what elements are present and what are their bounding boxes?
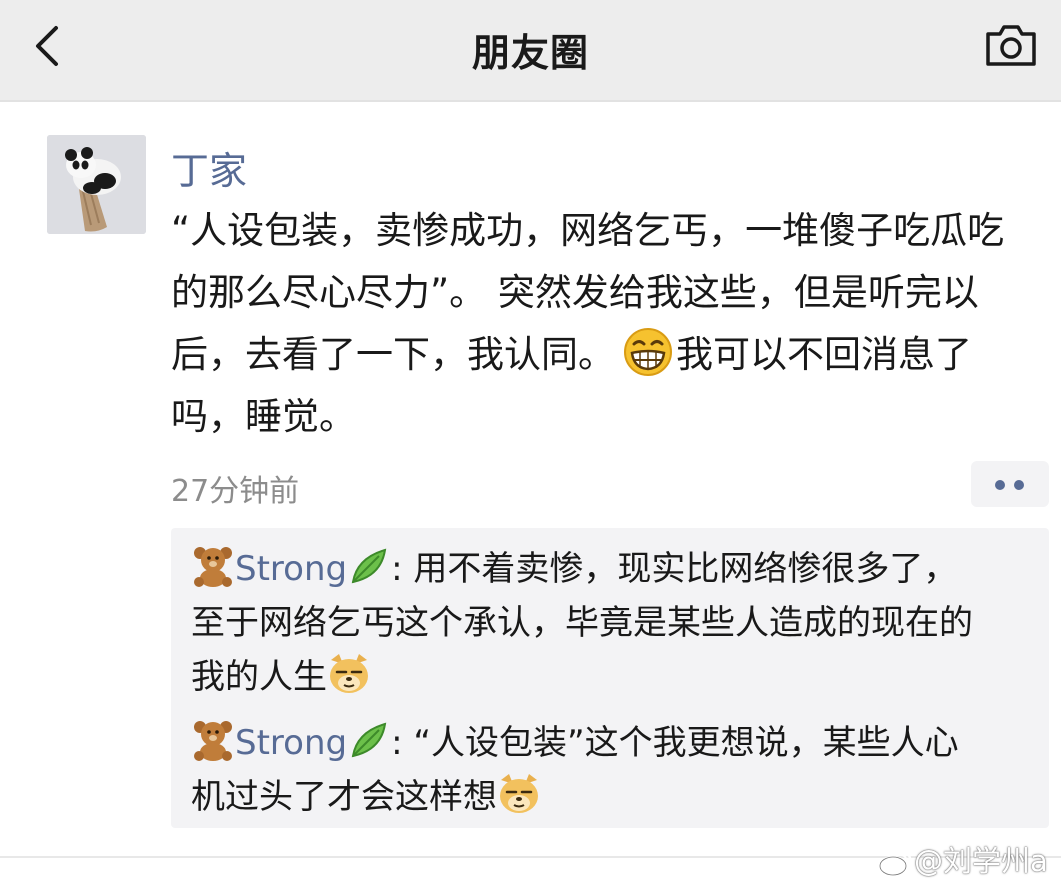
more-dots-icon [995,480,1005,490]
watermark-text: @刘学州a [914,844,1048,878]
post-content: “人设包装，卖惨成功，网络乞丐，一堆傻子吃瓜吃的那么尽心尽力”。 突然发给我这些… [171,200,1041,448]
comment-line: Strong : 用不着卖惨，现实比网络惨很多了， [191,542,1041,596]
doge-emoji-icon [330,654,368,693]
top-navigation-bar: 朋友圈 [0,0,1061,102]
comment-text-line: 至于网络乞丐这个承认，毕竟是某些人造成的现在的 [191,603,973,643]
panda-avatar-icon [47,135,146,234]
comment-separator: : [391,549,403,589]
comment-line: 我的人生 [191,650,1041,704]
page-title: 朋友圈 [471,31,589,75]
comment-line: Strong : “人设包装”这个我更想说，某些人心 [191,716,1041,770]
comment-line: 机过头了才会这样想 [191,770,1041,824]
more-dots-icon-dot [1014,480,1024,490]
comment-separator: : [391,723,403,763]
grinning-face-emoji-icon [624,328,672,376]
comment-text: 用不着卖惨，现实比网络惨很多了， [413,549,958,589]
author-avatar[interactable] [47,135,146,234]
comment-text: 机过头了才会这样想 [191,777,497,817]
comment-text: “人设包装”这个我更想说，某些人心 [413,723,959,763]
comment-item[interactable]: Strong : 用不着卖惨，现实比网络惨很多了， 至于网络乞丐这个承认，毕竟是… [191,542,1041,704]
post-author-name[interactable]: 丁家 [171,140,247,195]
comment-item[interactable]: Strong : “人设包装”这个我更想说，某些人心 机过头了才会这样想 [191,716,1041,824]
leaf-emoji-icon [351,722,387,758]
camera-button[interactable] [984,22,1038,68]
weibo-logo-icon [878,849,912,877]
teddy-bear-emoji-icon [194,721,232,761]
post-timestamp: 27分钟前 [171,474,300,509]
comment-author[interactable]: Strong [235,723,347,763]
comment-author[interactable]: Strong [235,549,347,589]
leaf-emoji-icon [351,548,387,584]
comments-panel: Strong : 用不着卖惨，现实比网络惨很多了， 至于网络乞丐这个承认，毕竟是… [171,528,1049,828]
doge-emoji-icon [500,774,538,813]
more-options-button[interactable] [971,461,1049,507]
camera-icon [986,25,1036,66]
weibo-watermark: @刘学州a [878,838,1048,880]
comment-text: 我的人生 [191,657,327,697]
teddy-bear-emoji-icon [194,547,232,587]
